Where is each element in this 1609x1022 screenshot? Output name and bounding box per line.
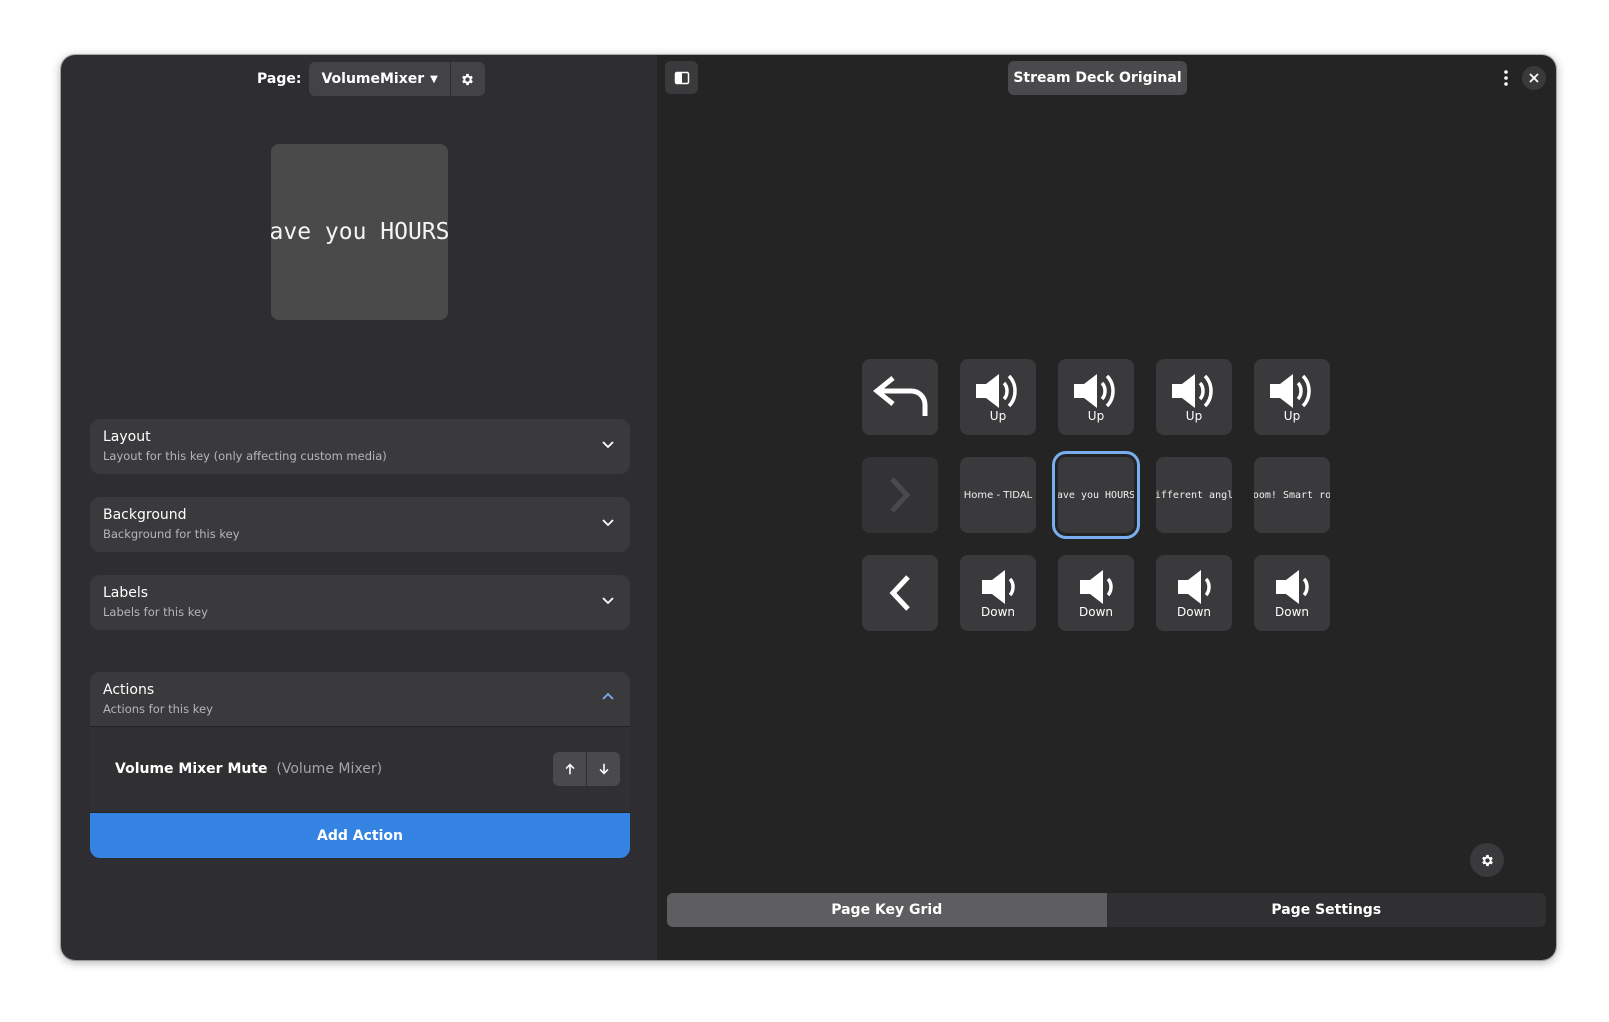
key-volume-down[interactable]: Down — [1156, 555, 1232, 631]
key-text: different angle — [1156, 489, 1232, 501]
menu-button[interactable] — [1496, 68, 1516, 88]
toggle-sidebar-button[interactable] — [665, 61, 698, 94]
volume-down-icon — [1178, 569, 1211, 604]
view-switcher: Page Key Grid Page Settings — [667, 893, 1546, 927]
arrow-down-icon — [599, 763, 608, 775]
key-media-different-angle[interactable]: different angle — [1156, 457, 1232, 533]
key-label: Up — [1283, 408, 1301, 423]
deck-selector[interactable]: Stream Deck Original — [1008, 61, 1187, 95]
key-volume-up[interactable]: Up — [1058, 359, 1134, 435]
key-volume-up[interactable]: Up — [1156, 359, 1232, 435]
volume-down-icon — [1276, 569, 1309, 604]
close-button[interactable] — [1522, 66, 1546, 90]
key-label: Up — [1185, 408, 1203, 423]
action-category: (Volume Mixer) — [276, 761, 383, 777]
layout-row[interactable]: Layout Layout for this key (only affecti… — [90, 419, 630, 474]
labels-subtitle: Labels for this key — [103, 605, 208, 619]
tab-page-key-grid[interactable]: Page Key Grid — [667, 893, 1107, 927]
actions-section: Actions Actions for this key Volume Mixe… — [90, 672, 630, 858]
action-name: Volume Mixer Mute — [115, 761, 268, 777]
volume-up-icon — [1172, 373, 1213, 408]
key-config-sidebar: Page: VolumeMixer ▼ ave you HOURS Layout… — [61, 55, 657, 960]
deck-view: Stream Deck Original Up Up Up Up Home - … — [657, 55, 1556, 960]
sidebar-toggle-icon — [674, 71, 689, 84]
volume-up-icon — [1074, 373, 1115, 408]
caret-down-icon: ▼ — [430, 73, 438, 85]
key-volume-down[interactable]: Down — [1254, 555, 1330, 631]
volume-up-icon — [1270, 373, 1311, 408]
gear-icon — [462, 73, 474, 85]
key-label: Up — [1087, 408, 1105, 423]
key-label: Up — [989, 408, 1007, 423]
add-action-button[interactable]: Add Action — [90, 813, 630, 858]
return-arrow-icon — [873, 376, 928, 416]
key-label: Down — [1274, 604, 1309, 619]
background-subtitle: Background for this key — [103, 527, 240, 541]
key-volume-down[interactable]: Down — [960, 555, 1036, 631]
background-row[interactable]: Background Background for this key — [90, 497, 630, 552]
tab-page-settings[interactable]: Page Settings — [1107, 893, 1547, 927]
layout-title: Layout — [103, 429, 151, 445]
key-back[interactable] — [862, 359, 938, 435]
chevron-left-icon — [889, 575, 910, 611]
chevron-down-icon — [602, 441, 614, 449]
page-label: Page: — [257, 71, 302, 87]
key-volume-up[interactable]: Up — [1254, 359, 1330, 435]
key-preview-text: ave you HOURS — [271, 219, 448, 245]
page-dropdown[interactable]: VolumeMixer ▼ — [309, 62, 450, 96]
action-label: Volume Mixer Mute (Volume Mixer) — [115, 761, 382, 777]
key-label: Down — [1078, 604, 1113, 619]
more-vertical-icon — [1504, 70, 1508, 86]
actions-subtitle: Actions for this key — [103, 702, 213, 716]
labels-title: Labels — [103, 585, 149, 601]
key-volume-down[interactable]: Down — [1058, 555, 1134, 631]
volume-down-icon — [982, 569, 1015, 604]
app-window: Page: VolumeMixer ▼ ave you HOURS Layout… — [61, 55, 1556, 960]
volume-down-icon — [1080, 569, 1113, 604]
key-text: ave you HOURS — [1058, 489, 1134, 501]
key-media-tidal[interactable]: Home - TIDAL — [960, 457, 1036, 533]
key-next-page[interactable] — [862, 457, 938, 533]
move-down-button[interactable] — [587, 752, 620, 786]
page-settings-button[interactable] — [450, 62, 485, 96]
key-previous-page[interactable] — [862, 555, 938, 631]
page-dropdown-value: VolumeMixer — [321, 71, 425, 87]
chevron-up-icon — [602, 692, 614, 700]
key-preview[interactable]: ave you HOURS — [271, 144, 448, 320]
volume-up-icon — [976, 373, 1017, 408]
arrow-up-icon — [565, 763, 574, 775]
labels-row[interactable]: Labels Labels for this key — [90, 575, 630, 630]
move-up-button[interactable] — [553, 752, 586, 786]
chevron-down-icon — [602, 519, 614, 527]
gear-icon — [1481, 854, 1493, 866]
actions-header[interactable]: Actions Actions for this key — [90, 672, 630, 727]
action-reorder-buttons — [553, 752, 620, 786]
key-text: oom! Smart ro — [1254, 489, 1330, 501]
action-item[interactable]: Volume Mixer Mute (Volume Mixer) — [90, 727, 630, 813]
actions-title: Actions — [103, 682, 155, 698]
key-label: Down — [980, 604, 1015, 619]
chevron-down-icon — [602, 597, 614, 605]
key-media-smart[interactable]: oom! Smart ro — [1254, 457, 1330, 533]
layout-subtitle: Layout for this key (only affecting cust… — [103, 449, 387, 463]
page-selector: Page: VolumeMixer ▼ — [257, 62, 485, 96]
key-label: Down — [1176, 604, 1211, 619]
key-text: Home - TIDAL — [963, 489, 1033, 501]
key-volume-up[interactable]: Up — [960, 359, 1036, 435]
chevron-right-icon — [890, 477, 911, 513]
background-title: Background — [103, 507, 187, 523]
key-selected-media[interactable]: ave you HOURS — [1052, 451, 1140, 539]
close-icon — [1529, 73, 1539, 83]
deck-settings-button[interactable] — [1470, 843, 1504, 877]
